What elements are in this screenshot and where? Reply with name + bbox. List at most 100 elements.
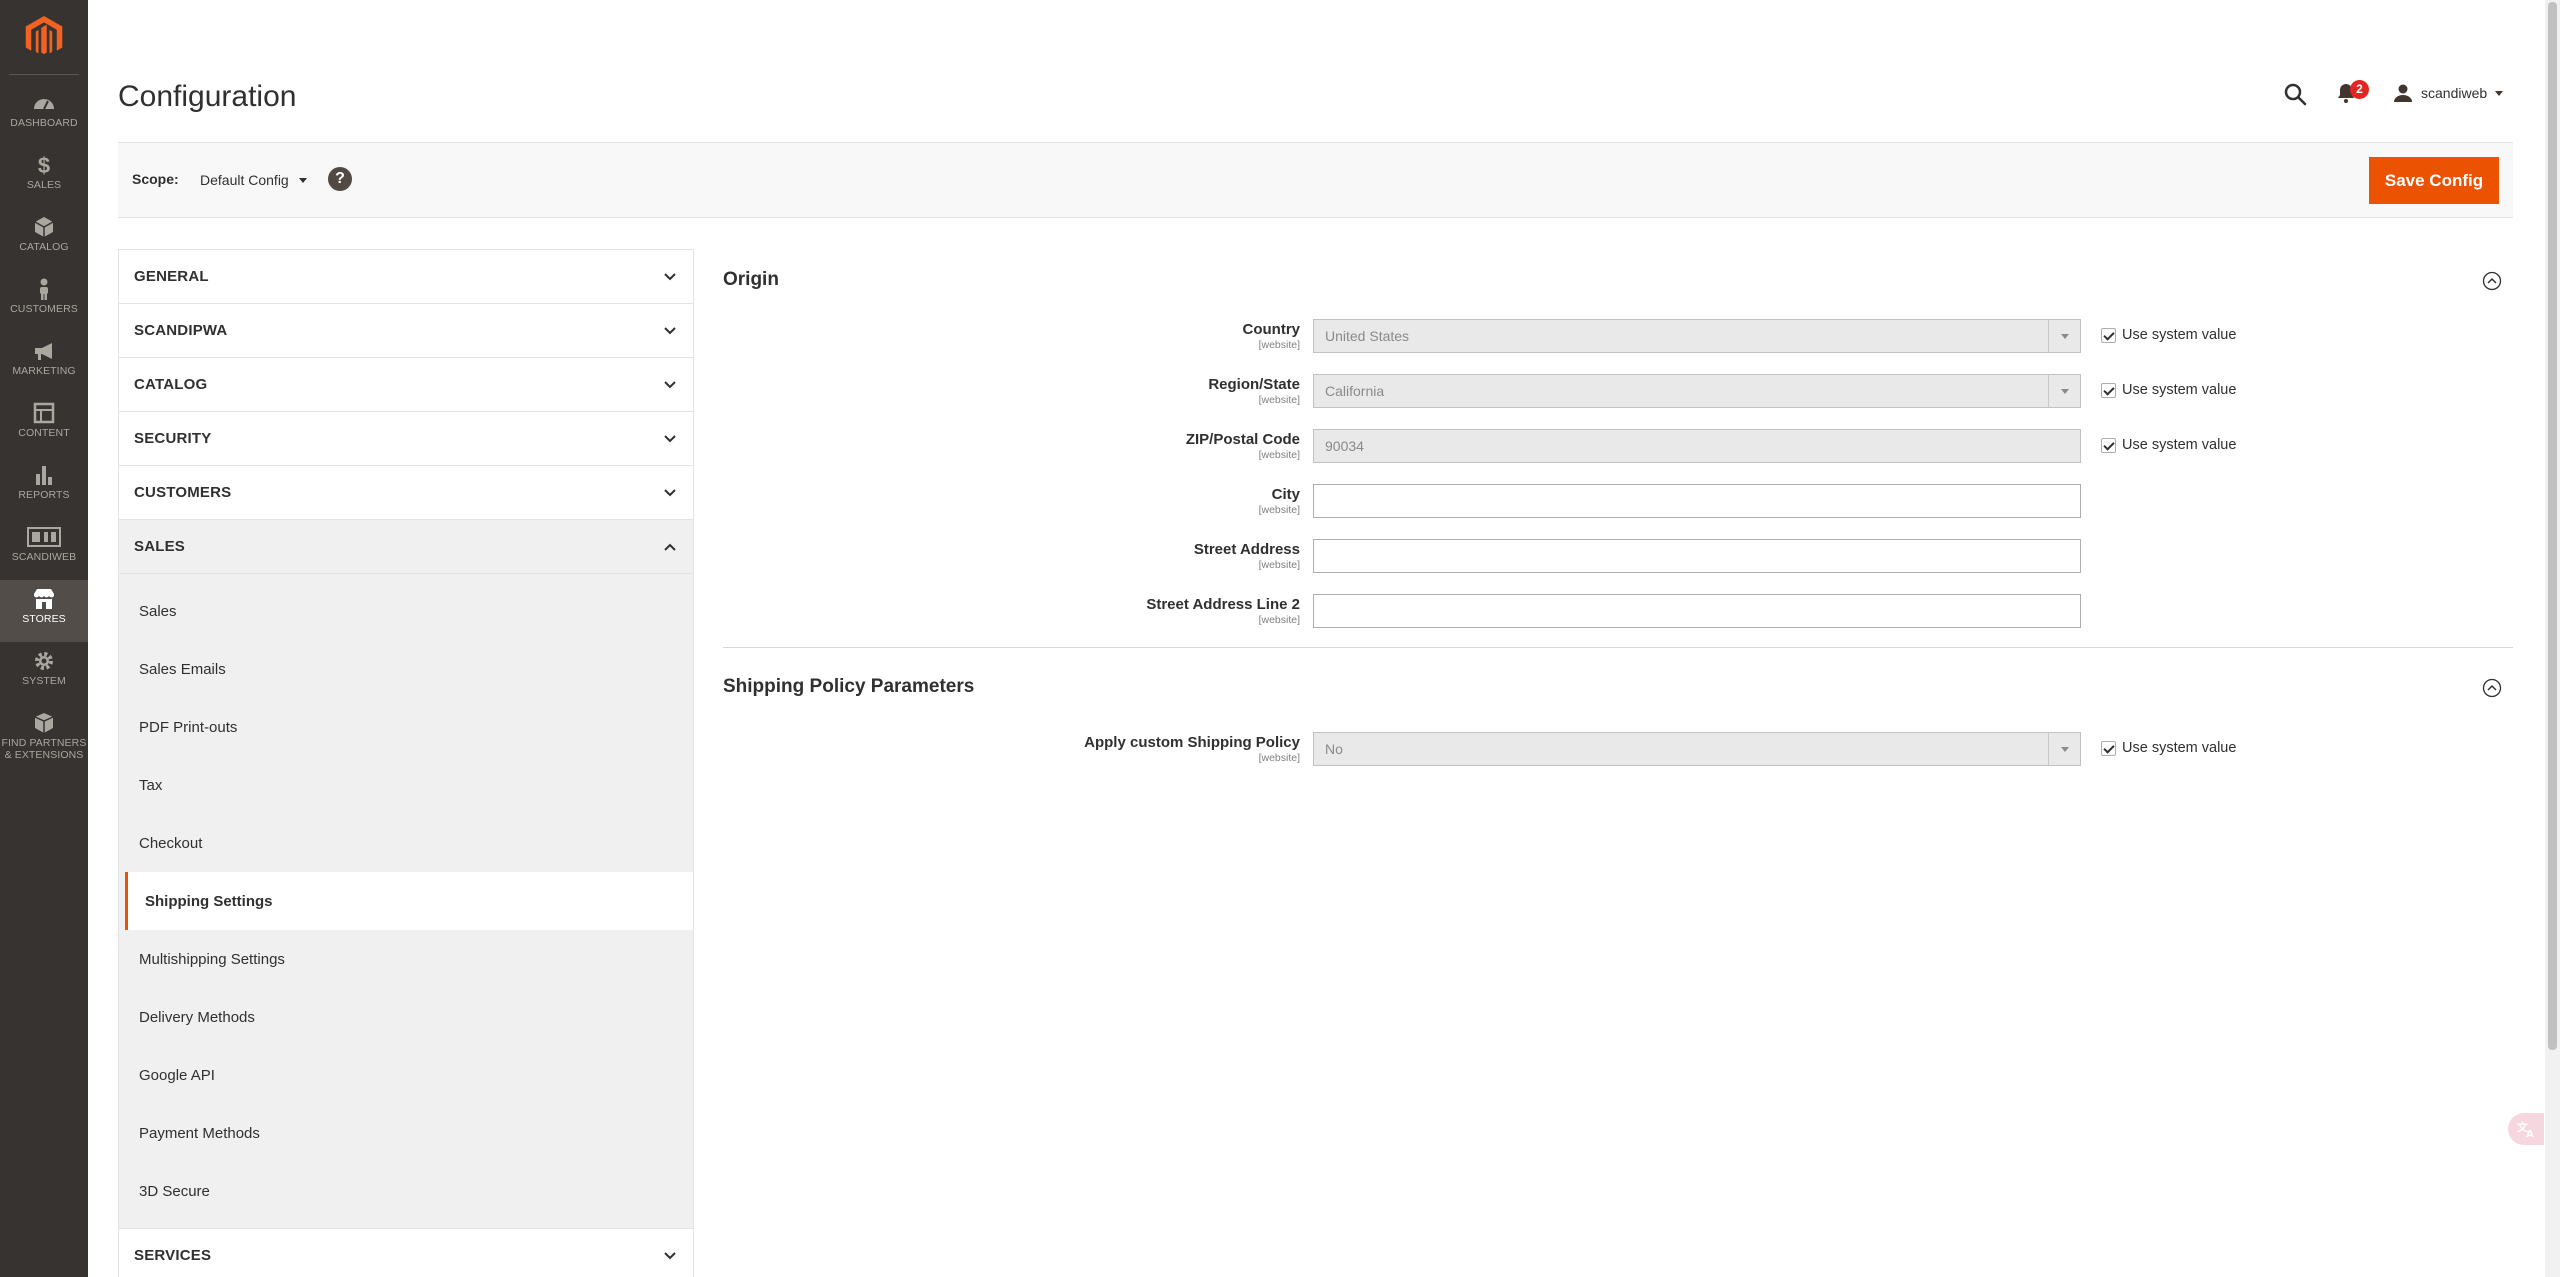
scandiweb-icon (27, 527, 61, 547)
search-icon[interactable] (2283, 82, 2307, 106)
street-address-input[interactable] (1313, 539, 2081, 573)
country-select[interactable]: United States (1313, 319, 2081, 353)
collapse-icon[interactable] (2482, 678, 2502, 698)
chevron-down-icon (664, 435, 676, 443)
chevron-down-icon (664, 489, 676, 497)
tab-item-delivery-methods[interactable]: Delivery Methods (119, 988, 693, 1046)
checkbox-label: Use system value (2122, 740, 2237, 756)
field-label: Street Address (1193, 541, 1300, 558)
tab-group-services[interactable]: SERVICES (119, 1229, 693, 1277)
section-divider (723, 647, 2513, 648)
field-label: City (1271, 486, 1300, 503)
tab-item-tax[interactable]: Tax (119, 756, 693, 814)
tab-item-3d-secure[interactable]: 3D Secure (119, 1162, 693, 1220)
scope-switcher[interactable]: Default Config (200, 169, 307, 191)
nav-sales[interactable]: $ SALES (0, 146, 88, 208)
nav-customers[interactable]: CUSTOMERS (0, 270, 88, 332)
tab-group-scandipwa[interactable]: SCANDIPWA (119, 304, 693, 358)
nav-find-partners[interactable]: FIND PARTNERS & EXTENSIONS (0, 704, 88, 776)
collapse-icon[interactable] (2482, 271, 2502, 291)
tab-group-sales[interactable]: SALES (119, 520, 693, 574)
tab-item-google-api[interactable]: Google API (119, 1046, 693, 1104)
tab-item-shipping-settings[interactable]: Shipping Settings (125, 872, 693, 930)
tab-group-security[interactable]: SECURITY (119, 412, 693, 466)
section-shipping-policy-header[interactable]: Shipping Policy Parameters (723, 656, 2513, 718)
nav-stores[interactable]: STORES (0, 580, 88, 642)
bar-chart-icon (36, 466, 52, 485)
section-title: Origin (723, 269, 779, 290)
field-scope: [website] (1258, 449, 1300, 461)
apply-custom-shipping-policy-select[interactable]: No (1313, 732, 2081, 766)
tab-item-multishipping-settings[interactable]: Multishipping Settings (119, 930, 693, 988)
chevron-down-icon (2048, 320, 2080, 352)
scope-label: Scope: (132, 171, 179, 187)
tab-group-label: SERVICES (134, 1247, 212, 1264)
tab-item-sales-emails[interactable]: Sales Emails (119, 640, 693, 698)
nav-scandiweb[interactable]: SCANDIWEB (0, 518, 88, 580)
save-config-button[interactable]: Save Config (2369, 157, 2499, 204)
tab-item-pdf-printouts[interactable]: PDF Print-outs (119, 698, 693, 756)
section-origin-header[interactable]: Origin (723, 249, 2513, 311)
field-row-street: Street Address [website] (723, 537, 2513, 592)
logo-divider (9, 74, 79, 75)
cube-icon (34, 217, 54, 237)
use-system-value-checkbox[interactable]: Use system value (2101, 740, 2236, 756)
nav-scandiweb-label: SCANDIWEB (11, 551, 77, 563)
field-scope: [website] (1258, 339, 1300, 351)
help-icon[interactable]: ? (328, 167, 352, 191)
nav-dashboard-label: DASHBOARD (10, 117, 78, 129)
notification-count-badge[interactable]: 2 (2350, 80, 2369, 99)
nav-system[interactable]: SYSTEM (0, 642, 88, 704)
shipping-policy-fields: Apply custom Shipping Policy [website] No… (723, 718, 2513, 785)
field-row-city: City [website] (723, 482, 2513, 537)
nav-content[interactable]: CONTENT (0, 394, 88, 456)
layout-icon (33, 402, 55, 424)
nav-dashboard[interactable]: DASHBOARD (0, 84, 88, 146)
tab-group-customers[interactable]: CUSTOMERS (119, 466, 693, 520)
tab-group-label: SCANDIPWA (134, 322, 228, 339)
checkbox-checked[interactable] (2101, 382, 2116, 398)
street-address-line-2-input[interactable] (1313, 594, 2081, 628)
scrollbar-thumb[interactable] (2548, 2, 2557, 1050)
admin-sidebar: DASHBOARD $ SALES CATALOG CUSTOMERS MARK… (0, 0, 88, 1277)
field-row-country: Country [website] United States Use syste… (723, 317, 2513, 372)
city-input[interactable] (1313, 484, 2081, 518)
tab-group-catalog[interactable]: CATALOG (119, 358, 693, 412)
chevron-down-icon (664, 327, 676, 335)
use-system-value-checkbox[interactable]: Use system value (2101, 327, 2236, 343)
tab-item-payment-methods[interactable]: Payment Methods (119, 1104, 693, 1162)
field-row-apply-custom-shipping-policy: Apply custom Shipping Policy [website] No… (723, 730, 2513, 785)
translate-widget-button[interactable]: 文A (2508, 1113, 2544, 1145)
account-menu[interactable]: scandiweb (2393, 82, 2504, 104)
section-title: Shipping Policy Parameters (723, 676, 975, 697)
tab-group-label: SECURITY (134, 430, 212, 447)
nav-marketing[interactable]: MARKETING (0, 332, 88, 394)
origin-fields: Country [website] United States Use syste… (723, 311, 2513, 647)
tab-group-label: CATALOG (134, 376, 208, 393)
scope-value: Default Config (200, 172, 289, 188)
chevron-down-icon (664, 1252, 676, 1260)
nav-catalog[interactable]: CATALOG (0, 208, 88, 270)
tab-group-general[interactable]: GENERAL (119, 250, 693, 304)
use-system-value-checkbox[interactable]: Use system value (2101, 437, 2236, 453)
checkbox-checked[interactable] (2101, 437, 2116, 453)
nav-content-label: CONTENT (18, 427, 70, 439)
tab-item-sales[interactable]: Sales (119, 582, 693, 640)
field-scope: [website] (1258, 752, 1300, 764)
nav-sales-label: SALES (26, 179, 62, 191)
nav-customers-label: CUSTOMERS (10, 303, 78, 315)
nav-stores-label: STORES (22, 613, 66, 625)
checkbox-label: Use system value (2122, 327, 2237, 343)
checkbox-checked[interactable] (2101, 327, 2116, 343)
use-system-value-checkbox[interactable]: Use system value (2101, 382, 2236, 398)
megaphone-icon (35, 343, 52, 360)
region-select[interactable]: California (1313, 374, 2081, 408)
page-scrollbar[interactable] (2545, 0, 2560, 1277)
nav-system-label: SYSTEM (22, 675, 66, 687)
tab-item-checkout[interactable]: Checkout (119, 814, 693, 872)
zip-input[interactable]: 90034 (1313, 429, 2081, 463)
store-icon (34, 589, 54, 609)
magento-logo-icon[interactable] (24, 16, 64, 58)
checkbox-checked[interactable] (2101, 740, 2116, 756)
nav-reports[interactable]: REPORTS (0, 456, 88, 518)
